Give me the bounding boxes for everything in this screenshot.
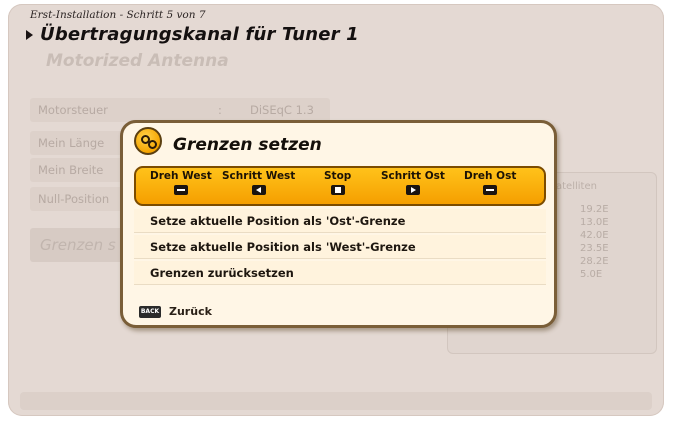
step-east-button[interactable]: Schritt Ost (381, 170, 445, 195)
page-title: Übertragungskanal für Tuner 1 (40, 24, 359, 45)
satellite-list: 19.2E 13.0E 42.0E 23.5E 28.2E 5.0E (580, 203, 609, 281)
back-key-icon: BACK (139, 305, 161, 318)
satellite-item[interactable]: 19.2E (580, 203, 609, 216)
back-label: Zurück (169, 305, 212, 318)
button-label: Schritt Ost (381, 170, 445, 182)
satellite-item[interactable]: 5.0E (580, 268, 609, 281)
setting-label: Mein Länge (38, 136, 105, 150)
setting-value: DiSEqC 1.3 (250, 103, 314, 117)
menu-item-reset-limits[interactable]: Grenzen zurücksetzen (134, 261, 546, 285)
turn-east-button[interactable]: Dreh Ost (464, 170, 516, 195)
play-arrow-icon (26, 29, 33, 40)
setting-label: Null-Position (38, 192, 110, 206)
left-arrow-key-icon (251, 185, 266, 195)
setting-row-motor-control[interactable]: Motorsteuer : DiSEqC 1.3 (30, 98, 330, 122)
satellite-header: atelliten (556, 181, 597, 192)
turn-west-button[interactable]: Dreh West (150, 170, 212, 195)
setting-separator: : (218, 103, 222, 117)
back-button[interactable]: BACK Zurück (139, 305, 212, 318)
minus-key-icon (483, 185, 498, 195)
satellite-item[interactable]: 13.0E (580, 216, 609, 229)
motor-control-bar: Dreh West Schritt West Stop Schritt Ost … (134, 166, 546, 206)
stop-key-icon (330, 185, 345, 195)
minus-key-icon (173, 185, 188, 195)
right-arrow-key-icon (405, 185, 420, 195)
satellite-dish-icon (134, 127, 162, 155)
screen: Erst-Installation - Schritt 5 von 7 Über… (0, 0, 673, 425)
menu-item-set-west-limit[interactable]: Setze aktuelle Position als 'West'-Grenz… (134, 235, 546, 259)
satellite-item[interactable]: 42.0E (580, 229, 609, 242)
breadcrumb: Erst-Installation - Schritt 5 von 7 (30, 9, 206, 21)
button-label: Dreh Ost (464, 170, 517, 182)
limits-dialog: Grenzen setzen Dreh West Schritt West St… (120, 120, 557, 328)
button-label: Stop (324, 170, 352, 182)
stop-button[interactable]: Stop (324, 170, 351, 195)
satellite-item[interactable]: 23.5E (580, 242, 609, 255)
dialog-title: Grenzen setzen (173, 135, 322, 155)
button-label: Schritt West (222, 170, 296, 182)
setting-label: Motorsteuer (38, 103, 108, 117)
bottom-strip (20, 392, 652, 410)
ring-glyph (148, 140, 157, 149)
title-row: Übertragungskanal für Tuner 1 (26, 24, 359, 45)
step-west-button[interactable]: Schritt West (222, 170, 295, 195)
button-label: Dreh West (150, 170, 212, 182)
menu-item-set-east-limit[interactable]: Setze aktuelle Position als 'Ost'-Grenze (134, 209, 546, 233)
setting-label: Mein Breite (38, 163, 104, 177)
page-subtitle: Motorized Antenna (46, 51, 229, 71)
satellite-item[interactable]: 28.2E (580, 255, 609, 268)
